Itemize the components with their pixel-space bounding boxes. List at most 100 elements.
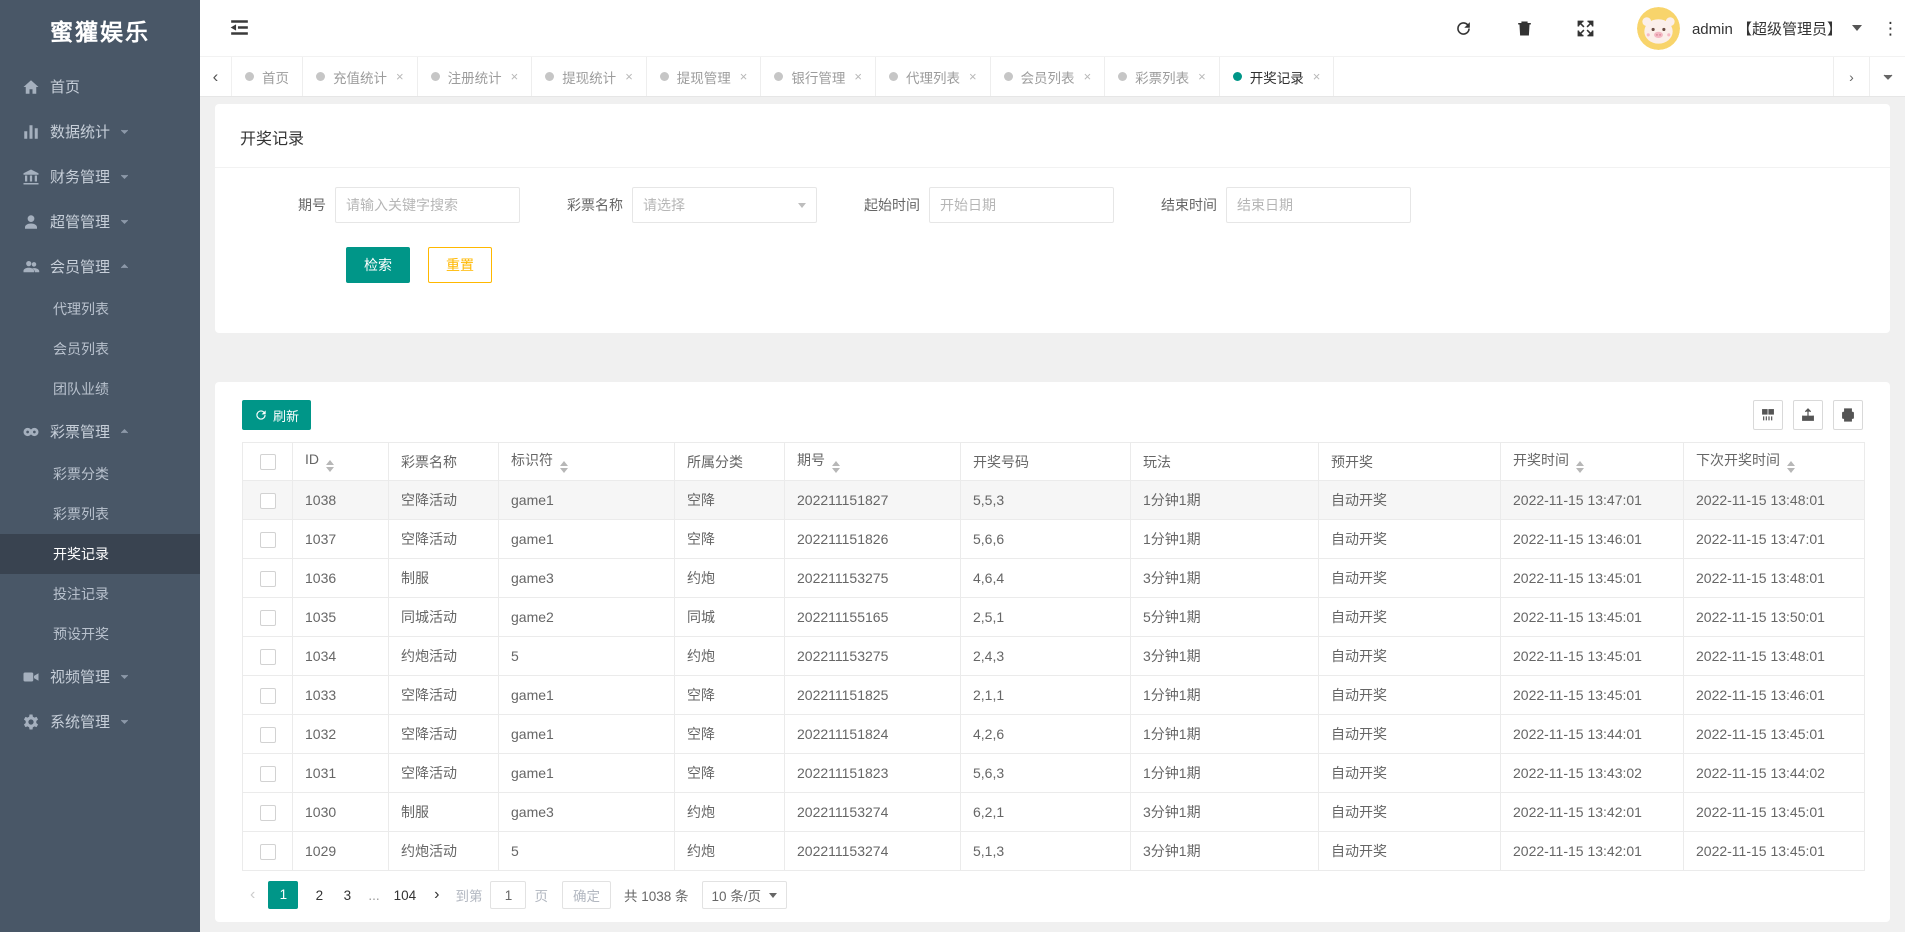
reset-button[interactable]: 重置 <box>428 247 492 283</box>
close-icon[interactable]: × <box>1313 69 1321 84</box>
page-next-icon[interactable]: › <box>434 886 439 904</box>
sidebar-subitem-4-0[interactable]: 代理列表 <box>0 289 200 329</box>
table-cell: 同城活动 <box>389 598 499 637</box>
table-cell: 2022-11-15 13:45:01 <box>1684 832 1865 871</box>
tab-1[interactable]: 充值统计× <box>303 57 418 96</box>
close-icon[interactable]: × <box>740 69 748 84</box>
tab-0[interactable]: 首页 <box>232 57 303 96</box>
sidebar-subitem-4-2[interactable]: 团队业绩 <box>0 369 200 409</box>
header: admin 【超级管理员】 ⋮ <box>200 0 1905 56</box>
sidebar-subitem-4-1[interactable]: 会员列表 <box>0 329 200 369</box>
column-header-8[interactable]: 开奖时间 <box>1501 443 1684 481</box>
sort-icon[interactable] <box>1787 461 1795 473</box>
page-number[interactable]: 104 <box>394 888 417 903</box>
tab-2[interactable]: 注册统计× <box>418 57 533 96</box>
collapse-sidebar-icon[interactable] <box>227 15 253 41</box>
table-cell: 202211153275 <box>785 559 961 598</box>
tab-9[interactable]: 开奖记录× <box>1220 57 1335 96</box>
filter-columns-icon[interactable] <box>1753 400 1783 430</box>
sidebar-item-7[interactable]: 系统管理 <box>0 699 200 744</box>
end-date-input[interactable] <box>1226 187 1411 223</box>
start-date-input[interactable] <box>929 187 1114 223</box>
column-header-9[interactable]: 下次开奖时间 <box>1684 443 1865 481</box>
page-ellipsis[interactable]: ... <box>368 888 379 903</box>
row-checkbox[interactable] <box>260 727 276 743</box>
row-checkbox[interactable] <box>260 610 276 626</box>
sidebar-subitem-5-1[interactable]: 彩票列表 <box>0 494 200 534</box>
table-cell: 202211151825 <box>785 676 961 715</box>
sidebar-item-4[interactable]: 会员管理 <box>0 244 200 289</box>
user-menu[interactable]: admin 【超级管理员】 <box>1692 18 1862 39</box>
row-checkbox[interactable] <box>260 766 276 782</box>
close-icon[interactable]: × <box>1084 69 1092 84</box>
close-icon[interactable]: × <box>854 69 862 84</box>
close-icon[interactable]: × <box>396 69 404 84</box>
sidebar-subitem-5-2[interactable]: 开奖记录 <box>0 534 200 574</box>
print-icon[interactable] <box>1833 400 1863 430</box>
page-number[interactable]: 1 <box>268 881 298 909</box>
page-prev-icon[interactable]: ‹ <box>250 886 255 904</box>
avatar[interactable] <box>1637 7 1680 50</box>
tab-menu-icon[interactable] <box>1869 57 1905 96</box>
sidebar-item-3[interactable]: 超管管理 <box>0 199 200 244</box>
tab-6[interactable]: 代理列表× <box>876 57 991 96</box>
column-header-0[interactable]: ID <box>293 443 389 481</box>
close-icon[interactable]: × <box>1198 69 1206 84</box>
export-icon[interactable] <box>1793 400 1823 430</box>
select-all-checkbox[interactable] <box>260 454 276 470</box>
column-header-2[interactable]: 标识符 <box>499 443 675 481</box>
tab-8[interactable]: 彩票列表× <box>1105 57 1220 96</box>
refresh-icon[interactable] <box>1454 19 1473 38</box>
table-cell: 自动开奖 <box>1319 715 1501 754</box>
sidebar-item-5[interactable]: 彩票管理 <box>0 409 200 454</box>
sidebar-item-label: 财务管理 <box>50 166 110 187</box>
sort-icon[interactable] <box>560 461 568 473</box>
tab-scroll-right-icon[interactable]: › <box>1833 57 1869 96</box>
close-icon[interactable]: × <box>511 69 519 84</box>
sort-icon[interactable] <box>832 461 840 473</box>
column-header-6: 玩法 <box>1131 443 1319 481</box>
sidebar-subitem-5-4[interactable]: 预设开奖 <box>0 614 200 654</box>
sort-icon[interactable] <box>326 460 334 472</box>
sidebar-item-label: 彩票管理 <box>50 421 110 442</box>
sidebar-item-6[interactable]: 视频管理 <box>0 654 200 699</box>
table-cell: 空降 <box>675 520 785 559</box>
refresh-button[interactable]: 刷新 <box>242 400 311 430</box>
table-card: 刷新 <box>215 382 1890 922</box>
sort-icon[interactable] <box>1576 461 1584 473</box>
tab-3[interactable]: 提现统计× <box>532 57 647 96</box>
row-checkbox[interactable] <box>260 688 276 704</box>
more-menu-icon[interactable]: ⋮ <box>1882 20 1899 37</box>
tab-4[interactable]: 提现管理× <box>647 57 762 96</box>
sidebar-subitem-5-3[interactable]: 投注记录 <box>0 574 200 614</box>
sidebar-item-0[interactable]: 首页 <box>0 64 200 109</box>
goto-page-input[interactable] <box>490 881 526 909</box>
page-number[interactable]: 2 <box>312 888 326 903</box>
row-checkbox[interactable] <box>260 805 276 821</box>
lottery-name-select[interactable]: 请选择 <box>632 187 817 223</box>
row-checkbox[interactable] <box>260 493 276 509</box>
tab-dot-icon <box>316 72 325 81</box>
fullscreen-icon[interactable] <box>1576 19 1595 38</box>
sidebar-item-2[interactable]: 财务管理 <box>0 154 200 199</box>
trash-icon[interactable] <box>1515 19 1534 38</box>
row-checkbox[interactable] <box>260 844 276 860</box>
close-icon[interactable]: × <box>625 69 633 84</box>
issue-number-input[interactable] <box>335 187 520 223</box>
tab-dot-icon <box>1004 72 1013 81</box>
sidebar-item-1[interactable]: 数据统计 <box>0 109 200 154</box>
close-icon[interactable]: × <box>969 69 977 84</box>
row-checkbox[interactable] <box>260 649 276 665</box>
tab-7[interactable]: 会员列表× <box>991 57 1106 96</box>
page-size-select[interactable]: 10 条/页 <box>702 881 788 909</box>
column-header-4[interactable]: 期号 <box>785 443 961 481</box>
goto-confirm-button[interactable]: 确定 <box>562 881 611 909</box>
row-checkbox[interactable] <box>260 532 276 548</box>
tab-scroll-left-icon[interactable]: ‹ <box>200 57 232 96</box>
search-button[interactable]: 检索 <box>346 247 410 283</box>
tab-5[interactable]: 银行管理× <box>761 57 876 96</box>
table-cell: game1 <box>499 715 675 754</box>
page-number[interactable]: 3 <box>340 888 354 903</box>
row-checkbox[interactable] <box>260 571 276 587</box>
sidebar-subitem-5-0[interactable]: 彩票分类 <box>0 454 200 494</box>
